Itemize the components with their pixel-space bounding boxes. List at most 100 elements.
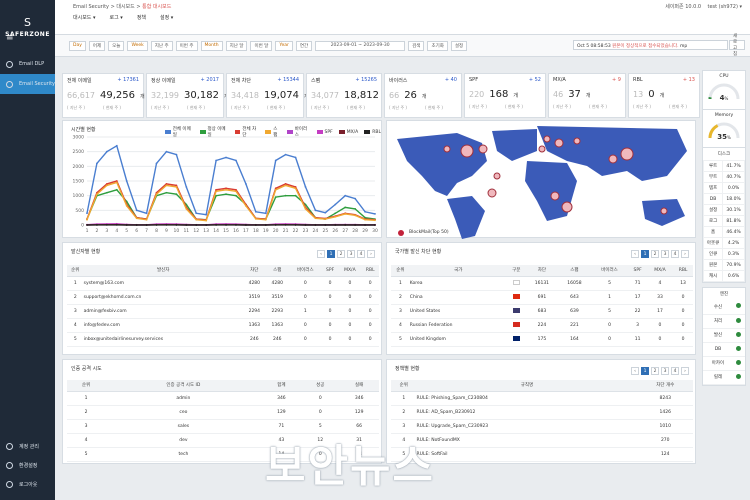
stat-prev-value: 66 <box>389 91 400 100</box>
pager-page[interactable]: 3 <box>661 367 669 375</box>
pager-next[interactable]: › <box>367 250 375 258</box>
column-header[interactable]: SPF <box>628 265 647 277</box>
column-header[interactable]: 스팸 <box>558 265 591 277</box>
pager-prev[interactable]: ‹ <box>631 367 639 375</box>
table-row[interactable]: 3 admin@fexbiv.com 2294 2293 1 0 0 0 <box>67 304 379 319</box>
table-row[interactable]: 2 China 691 643 1 17 33 0 <box>391 290 693 305</box>
pager-next[interactable]: › <box>681 250 689 258</box>
column-header[interactable]: 차단 <box>242 265 266 277</box>
pager-page[interactable]: 1 <box>641 250 649 258</box>
column-header[interactable]: 실패 <box>339 380 379 392</box>
column-header[interactable]: 성공 <box>301 380 340 392</box>
column-header[interactable]: 합계 <box>261 380 302 392</box>
table-row[interactable]: 5 RULE: SoftFail 124 <box>391 447 693 462</box>
pager-page[interactable]: 2 <box>337 250 345 258</box>
filter-day[interactable]: Day <box>69 40 86 51</box>
filter-year[interactable]: Year <box>275 40 293 51</box>
pager-page[interactable]: 4 <box>357 250 365 258</box>
pager-page[interactable]: 3 <box>347 250 355 258</box>
column-header[interactable]: 규칙명 <box>416 380 638 392</box>
sidebar-item-email-dlp[interactable]: Email DLP <box>0 54 55 74</box>
filter-this-month[interactable]: 이번 달 <box>250 40 273 51</box>
column-header[interactable]: 차단 <box>525 265 559 277</box>
menu-dashboard[interactable]: 대시보드 ▾ <box>73 14 96 21</box>
pager-page[interactable]: 3 <box>661 250 669 258</box>
column-header[interactable]: 바이러스 <box>288 265 322 277</box>
column-header[interactable]: RBL <box>673 265 693 277</box>
filter-month[interactable]: Month <box>200 40 223 51</box>
column-header[interactable]: 순위 <box>67 265 84 277</box>
table-row[interactable]: 2 ceo 129 0 129 <box>67 405 379 420</box>
menu-policy[interactable]: 정책 <box>137 14 146 21</box>
table-row[interactable]: 3 RULE: Upgrade_Spam_C230923 1010 <box>391 419 693 434</box>
table-row[interactable]: 5 inbox@unitedairlinesurvey.services 246 24… <box>67 332 379 347</box>
sidebar-item-label: Email DLP <box>19 61 45 67</box>
sidebar-item-logout[interactable]: 로그아웃 <box>0 475 55 494</box>
pager-page[interactable]: 4 <box>671 367 679 375</box>
table-cell: 16131 <box>525 276 559 291</box>
pager-page[interactable]: 4 <box>671 250 679 258</box>
disk-row: 루트 41.7% <box>702 160 745 172</box>
filter-last-month[interactable]: 지난 달 <box>225 40 248 51</box>
sidebar-item-account[interactable]: 계정 관리 <box>0 437 55 456</box>
column-header[interactable]: RBL <box>361 265 379 277</box>
table-row[interactable]: 1 Korea 16131 16058 5 71 4 13 <box>391 276 693 291</box>
column-header[interactable]: 스팸 <box>265 265 289 277</box>
menu-log[interactable]: 로그 ▾ <box>110 14 123 21</box>
refresh-button[interactable]: 새로 고침 <box>729 34 745 57</box>
column-header[interactable]: 순위 <box>391 265 410 277</box>
filter-last-week[interactable]: 지난 주 <box>150 40 173 51</box>
pager-page[interactable]: 1 <box>641 367 649 375</box>
column-header[interactable]: 순위 <box>391 380 417 392</box>
pager-next[interactable]: › <box>681 367 689 375</box>
pager-page[interactable]: 2 <box>651 367 659 375</box>
sidebar: ≡ S SAFERZONE Email DLP Email Security 계… <box>0 0 55 500</box>
date-range-input[interactable]: 2023-09-01 ~ 2023-09-30 <box>315 40 406 51</box>
table-cell: RULE: AD_Spam_B230912 <box>416 405 638 420</box>
pager-page[interactable]: 1 <box>327 250 335 258</box>
column-header[interactable]: SPF <box>321 265 339 277</box>
table-cell: 4 <box>646 276 674 291</box>
top-menu: 대시보드 ▾ 로그 ▾ 정책 설정 ▾ <box>73 14 173 21</box>
column-header[interactable]: 국가 <box>409 265 507 277</box>
table-row[interactable]: 4 info@fedev.com 1363 1363 0 0 0 0 <box>67 318 379 333</box>
menu-toggle-icon[interactable]: ≡ <box>6 33 14 43</box>
filter-annual[interactable]: 연간 <box>295 40 313 51</box>
policy-title: 정책별 현황 <box>395 366 420 372</box>
pager-prev[interactable]: ‹ <box>317 250 325 258</box>
menu-settings[interactable]: 설정 ▾ <box>160 14 173 21</box>
column-header[interactable]: 구분 <box>506 265 526 277</box>
pager-page[interactable]: 2 <box>651 250 659 258</box>
stat-sublabels: ( 지난 주 ) ( 현재 주 ) <box>151 105 219 111</box>
breadcrumb-current[interactable]: 통합 대시보드 <box>142 4 171 10</box>
reset-button[interactable]: 초기화 <box>427 40 448 51</box>
table-row[interactable]: 1 system@163.com 4280 4280 0 0 0 0 <box>67 276 379 291</box>
filter-week[interactable]: Week <box>127 40 148 51</box>
settings-button[interactable]: 설정 <box>450 40 468 51</box>
filter-yesterday[interactable]: 어제 <box>88 40 106 51</box>
data-point <box>244 183 247 185</box>
table-row[interactable]: 4 RULE: NotFoundMX 270 <box>391 433 693 448</box>
sidebar-item-email-security[interactable]: Email Security <box>0 74 55 94</box>
pager-prev[interactable]: ‹ <box>631 250 639 258</box>
column-header[interactable]: 순위 <box>67 380 106 392</box>
column-header[interactable]: MX/A <box>338 265 362 277</box>
user-menu[interactable]: test (sh972) ▾ <box>707 4 742 10</box>
table-row[interactable]: 2 support@ekhomd.com.cn 3519 3519 0 0 0 0 <box>67 290 379 305</box>
table-row[interactable]: 2 RULE: AD_Spam_B230912 1426 <box>391 405 693 420</box>
column-header[interactable]: 인증 공격 시도 ID <box>105 380 262 392</box>
table-row[interactable]: 1 admin 346 0 346 <box>67 391 379 406</box>
table-row[interactable]: 3 United States 683 639 5 22 17 0 <box>391 304 693 319</box>
column-header[interactable]: MX/A <box>646 265 674 277</box>
column-header[interactable]: 발신자 <box>83 265 243 277</box>
search-button[interactable]: 검색 <box>408 40 425 51</box>
filter-this-week[interactable]: 이번 주 <box>175 40 198 51</box>
filter-today[interactable]: 오늘 <box>108 40 125 51</box>
table-row[interactable]: 4 Russian Federation 224 221 0 3 0 0 <box>391 318 693 333</box>
table-row[interactable]: 1 RULE: Phishing_Spam_C230804 8243 <box>391 391 693 406</box>
sidebar-item-settings[interactable]: 환경설정 <box>0 456 55 475</box>
table-row[interactable]: 5 United Kingdom 175 164 0 11 0 0 <box>391 332 693 347</box>
column-header[interactable]: 바이러스 <box>590 265 629 277</box>
disk-name: DB <box>702 193 724 205</box>
column-header[interactable]: 차단 개수 <box>637 380 693 392</box>
